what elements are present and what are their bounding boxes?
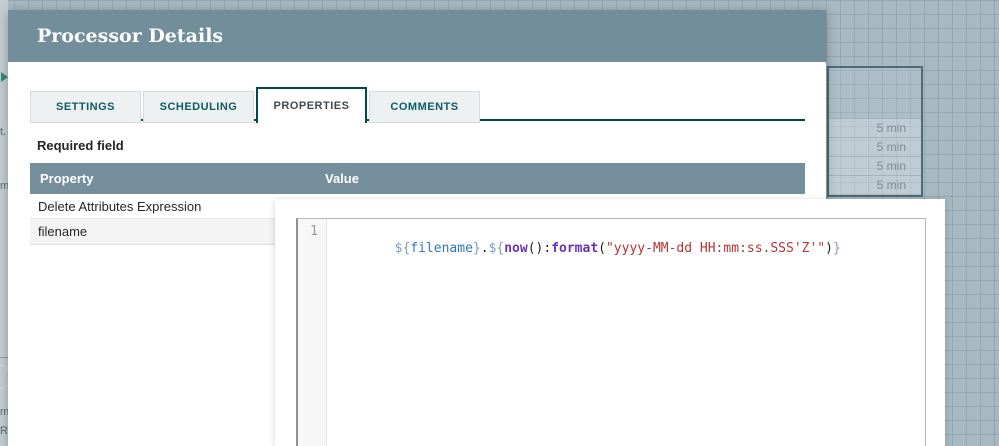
expression-editor-popup: 1 ${filename}.${now():format("yyyy-MM-dd… xyxy=(275,199,945,446)
code-token: ( xyxy=(598,241,606,256)
code-token: . xyxy=(480,241,489,256)
tab-bar: SETTINGS SCHEDULING PROPERTIES COMMENTS xyxy=(30,87,480,123)
processor-stat-row: 5 min xyxy=(829,175,921,194)
processor-title-area xyxy=(829,68,921,118)
circle-shape xyxy=(0,364,8,390)
processor-stats: 5 min 5 min 5 min 5 min xyxy=(829,118,921,194)
line-number: 1 xyxy=(310,224,318,239)
column-header-value: Value xyxy=(325,171,359,186)
code-token: } xyxy=(832,241,841,256)
required-field-label: Required field xyxy=(37,138,124,153)
code-token: ${ xyxy=(488,241,505,256)
screen: 5 min5 min5 min5 min t. m m Re Processor… xyxy=(0,0,999,446)
code-token: ) xyxy=(825,241,833,256)
dialog-title: Processor Details xyxy=(37,25,224,47)
connection-arrow-icon xyxy=(1,72,8,82)
code-token: (): xyxy=(527,241,552,256)
tab-settings[interactable]: SETTINGS xyxy=(30,91,141,123)
background-processor: 5 min 5 min 5 min 5 min xyxy=(827,66,923,197)
canvas-left-strip: t. m m Re xyxy=(0,0,8,446)
code-token: } xyxy=(472,241,481,256)
code-token: now xyxy=(504,241,528,256)
processor-stat-row: 5 min xyxy=(829,118,921,137)
expression-code-line: ${filename}.${now():format("yyyy-MM-dd H… xyxy=(395,241,841,256)
code-token: filename xyxy=(410,241,473,256)
clipped-text: m xyxy=(0,180,8,192)
column-header-property: Property xyxy=(40,171,94,186)
code-token: format xyxy=(551,241,599,256)
tab-properties[interactable]: PROPERTIES xyxy=(256,87,367,123)
table-header-row: Property Value xyxy=(30,163,805,194)
expression-code-editor[interactable]: 1 ${filename}.${now():format("yyyy-MM-dd… xyxy=(296,218,926,446)
tab-scheduling[interactable]: SCHEDULING xyxy=(143,91,254,123)
code-area[interactable]: ${filename}.${now():format("yyyy-MM-dd H… xyxy=(327,219,925,446)
dialog-header: Processor Details xyxy=(8,10,826,62)
clipped-text: t. xyxy=(0,126,7,138)
clipped-text: m xyxy=(0,406,8,418)
processor-stat-row: 5 min xyxy=(829,137,921,156)
tab-comments[interactable]: COMMENTS xyxy=(369,91,480,123)
processor-stat-row: 5 min xyxy=(829,156,921,175)
code-token: ${ xyxy=(394,241,411,256)
divider xyxy=(0,357,8,358)
clipped-text: Re xyxy=(0,425,8,437)
line-number-gutter: 1 xyxy=(298,219,327,446)
code-token: "yyyy-MM-dd HH:mm:ss.SSS'Z'" xyxy=(605,241,826,256)
